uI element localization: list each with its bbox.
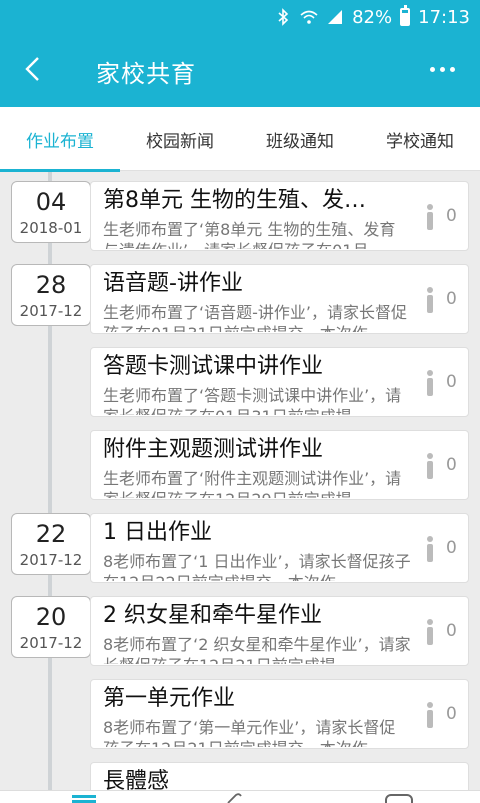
list-item[interactable]: 長體感	[0, 753, 480, 792]
bluetooth-icon	[274, 7, 292, 27]
chat-icon[interactable]	[384, 793, 414, 803]
homework-description: 生老师布置了‘附件主观题测试讲作业’，请家长督促孩子在12月29日前完成提	[103, 469, 402, 498]
read-count: 0	[446, 372, 457, 392]
page-title: 家校共育	[96, 60, 196, 88]
tab-school-notice[interactable]: 学校通知	[360, 107, 480, 171]
homework-card[interactable]: 1 日出作业 8老师布置了‘1 日出作业’，请家长督促孩子在12月22日前完成提交…	[90, 513, 469, 583]
homework-card[interactable]: 長體感	[90, 762, 469, 792]
read-count: 0	[446, 206, 457, 226]
tab-homework[interactable]: 作业布置	[0, 107, 120, 172]
battery-icon	[400, 5, 411, 26]
date-day: 28	[35, 271, 67, 299]
homework-card[interactable]: 第8单元 生物的生殖、发… 生老师布置了‘第8单元 生物的生殖、发育与遗传作业’，…	[90, 181, 469, 251]
more-dot	[449, 66, 455, 72]
info-icon	[424, 536, 436, 564]
info-icon	[424, 287, 436, 315]
status-icons: 82% 17:13	[274, 5, 470, 28]
homework-description: 8老师布置了‘第一单元作业’，请家长督促孩子在12月21日前完成提交，本次作	[103, 718, 396, 747]
read-count: 0	[446, 289, 457, 309]
date-day: 04	[35, 188, 67, 216]
battery-percent: 82%	[352, 6, 393, 28]
read-count: 0	[446, 621, 457, 641]
date-year-month: 2017-12	[19, 302, 83, 320]
list-item[interactable]: 22 2017-12 1 日出作业 8老师布置了‘1 日出作业’，请家长督促孩子在12…	[0, 504, 480, 583]
homework-title: 2 织女星和牵牛星作业	[103, 603, 322, 628]
read-count: 0	[446, 455, 457, 475]
list-item[interactable]: 附件主观题测试讲作业生老师布置了‘附件主观题测试讲作业’，请家长督促孩子在12月…	[0, 421, 480, 500]
tab-bar: 作业布置 校园新闻 班级通知 学校通知	[0, 107, 480, 172]
date-badge: 04 2018-01	[11, 181, 91, 243]
homework-description: 生老师布置了‘第8单元 生物的生殖、发育与遗传作业’，请家长督促孩子在01月	[103, 220, 396, 249]
bottom-nav	[0, 790, 480, 803]
clock: 17:13	[418, 6, 470, 28]
homework-title: 语音题-讲作业	[103, 271, 243, 296]
nav-bar: 家校共育	[0, 34, 480, 107]
homework-card[interactable]: 附件主观题测试讲作业生老师布置了‘附件主观题测试讲作业’，请家长督促孩子在12月…	[90, 430, 469, 500]
info-icon	[424, 619, 436, 647]
more-dot	[439, 66, 445, 72]
info-icon	[424, 453, 436, 481]
homework-description: 8老师布置了‘1 日出作业’，请家长督促孩子在12月22日前完成提交，本次作	[103, 552, 411, 581]
date-year-month: 2018-01	[19, 219, 83, 237]
list-icon[interactable]	[70, 793, 98, 803]
date-year-month: 2017-12	[19, 634, 83, 652]
info-icon	[424, 204, 436, 232]
date-day: 20	[35, 603, 67, 631]
info-icon	[424, 702, 436, 730]
date-badge: 20 2017-12	[11, 596, 91, 658]
status-bar: 82% 17:13	[0, 0, 480, 34]
homework-title: 附件主观题测试讲作业	[103, 437, 324, 462]
more-button[interactable]	[422, 52, 462, 86]
homework-description: 生老师布置了‘答题卡测试课中讲作业’，请家长督促孩子在01月31日前完成提	[103, 386, 402, 415]
homework-title: 1 日出作业	[103, 520, 212, 545]
homework-title: 長體感	[103, 769, 170, 792]
homework-title: 第一单元作业	[103, 686, 236, 711]
date-year-month: 2017-12	[19, 551, 83, 569]
date-badge: 28 2017-12	[11, 264, 91, 326]
app-header: 82% 17:13 家校共育	[0, 0, 480, 107]
list-item[interactable]: 答题卡测试课中讲作业生老师布置了‘答题卡测试课中讲作业’，请家长督促孩子在01月…	[0, 338, 480, 417]
homework-title: 答题卡测试课中讲作业	[103, 354, 324, 379]
homework-title: 第8单元 生物的生殖、发…	[103, 188, 366, 213]
list-item[interactable]: 第一单元作业 8老师布置了‘第一单元作业’，请家长督促孩子在12月21日前完成提交…	[0, 670, 480, 749]
more-horizontal-icon	[429, 66, 435, 72]
list-item[interactable]: 04 2018-01 第8单元 生物的生殖、发… 生老师布置了‘第8单元 生物的生殖、…	[0, 172, 480, 251]
chevron-left-icon	[25, 57, 39, 81]
clip-icon[interactable]	[224, 793, 244, 803]
back-button[interactable]	[12, 46, 52, 92]
tab-campus-news[interactable]: 校园新闻	[120, 107, 240, 171]
read-count: 0	[446, 704, 457, 724]
tab-class-notice[interactable]: 班级通知	[240, 107, 360, 171]
homework-card[interactable]: 2 织女星和牵牛星作业 8老师布置了‘2 织女星和牵牛星作业’，请家长督促孩子在1…	[90, 596, 469, 666]
wifi-icon	[300, 7, 318, 27]
info-icon	[424, 370, 436, 398]
date-badge: 22 2017-12	[11, 513, 91, 575]
homework-card[interactable]: 语音题-讲作业生老师布置了‘语音题-讲作业’，请家长督促孩子在01月31日前完成…	[90, 264, 469, 334]
read-count: 0	[446, 538, 457, 558]
homework-list[interactable]: 04 2018-01 第8单元 生物的生殖、发… 生老师布置了‘第8单元 生物的生殖、…	[0, 172, 480, 792]
homework-card[interactable]: 第一单元作业 8老师布置了‘第一单元作业’，请家长督促孩子在12月21日前完成提交…	[90, 679, 469, 749]
homework-description: 生老师布置了‘语音题-讲作业’，请家长督促孩子在01月31日前完成提交，本次作	[103, 303, 407, 332]
homework-card[interactable]: 答题卡测试课中讲作业生老师布置了‘答题卡测试课中讲作业’，请家长督促孩子在01月…	[90, 347, 469, 417]
signal-icon	[326, 7, 344, 27]
date-day: 22	[35, 520, 67, 548]
homework-description: 8老师布置了‘2 织女星和牵牛星作业’，请家长督促孩子在12月21日前完成提	[103, 635, 411, 664]
list-item[interactable]: 20 2017-12 2 织女星和牵牛星作业 8老师布置了‘2 织女星和牵牛星作业’，…	[0, 587, 480, 666]
list-item[interactable]: 28 2017-12 语音题-讲作业生老师布置了‘语音题-讲作业’，请家长督促孩子在…	[0, 255, 480, 334]
